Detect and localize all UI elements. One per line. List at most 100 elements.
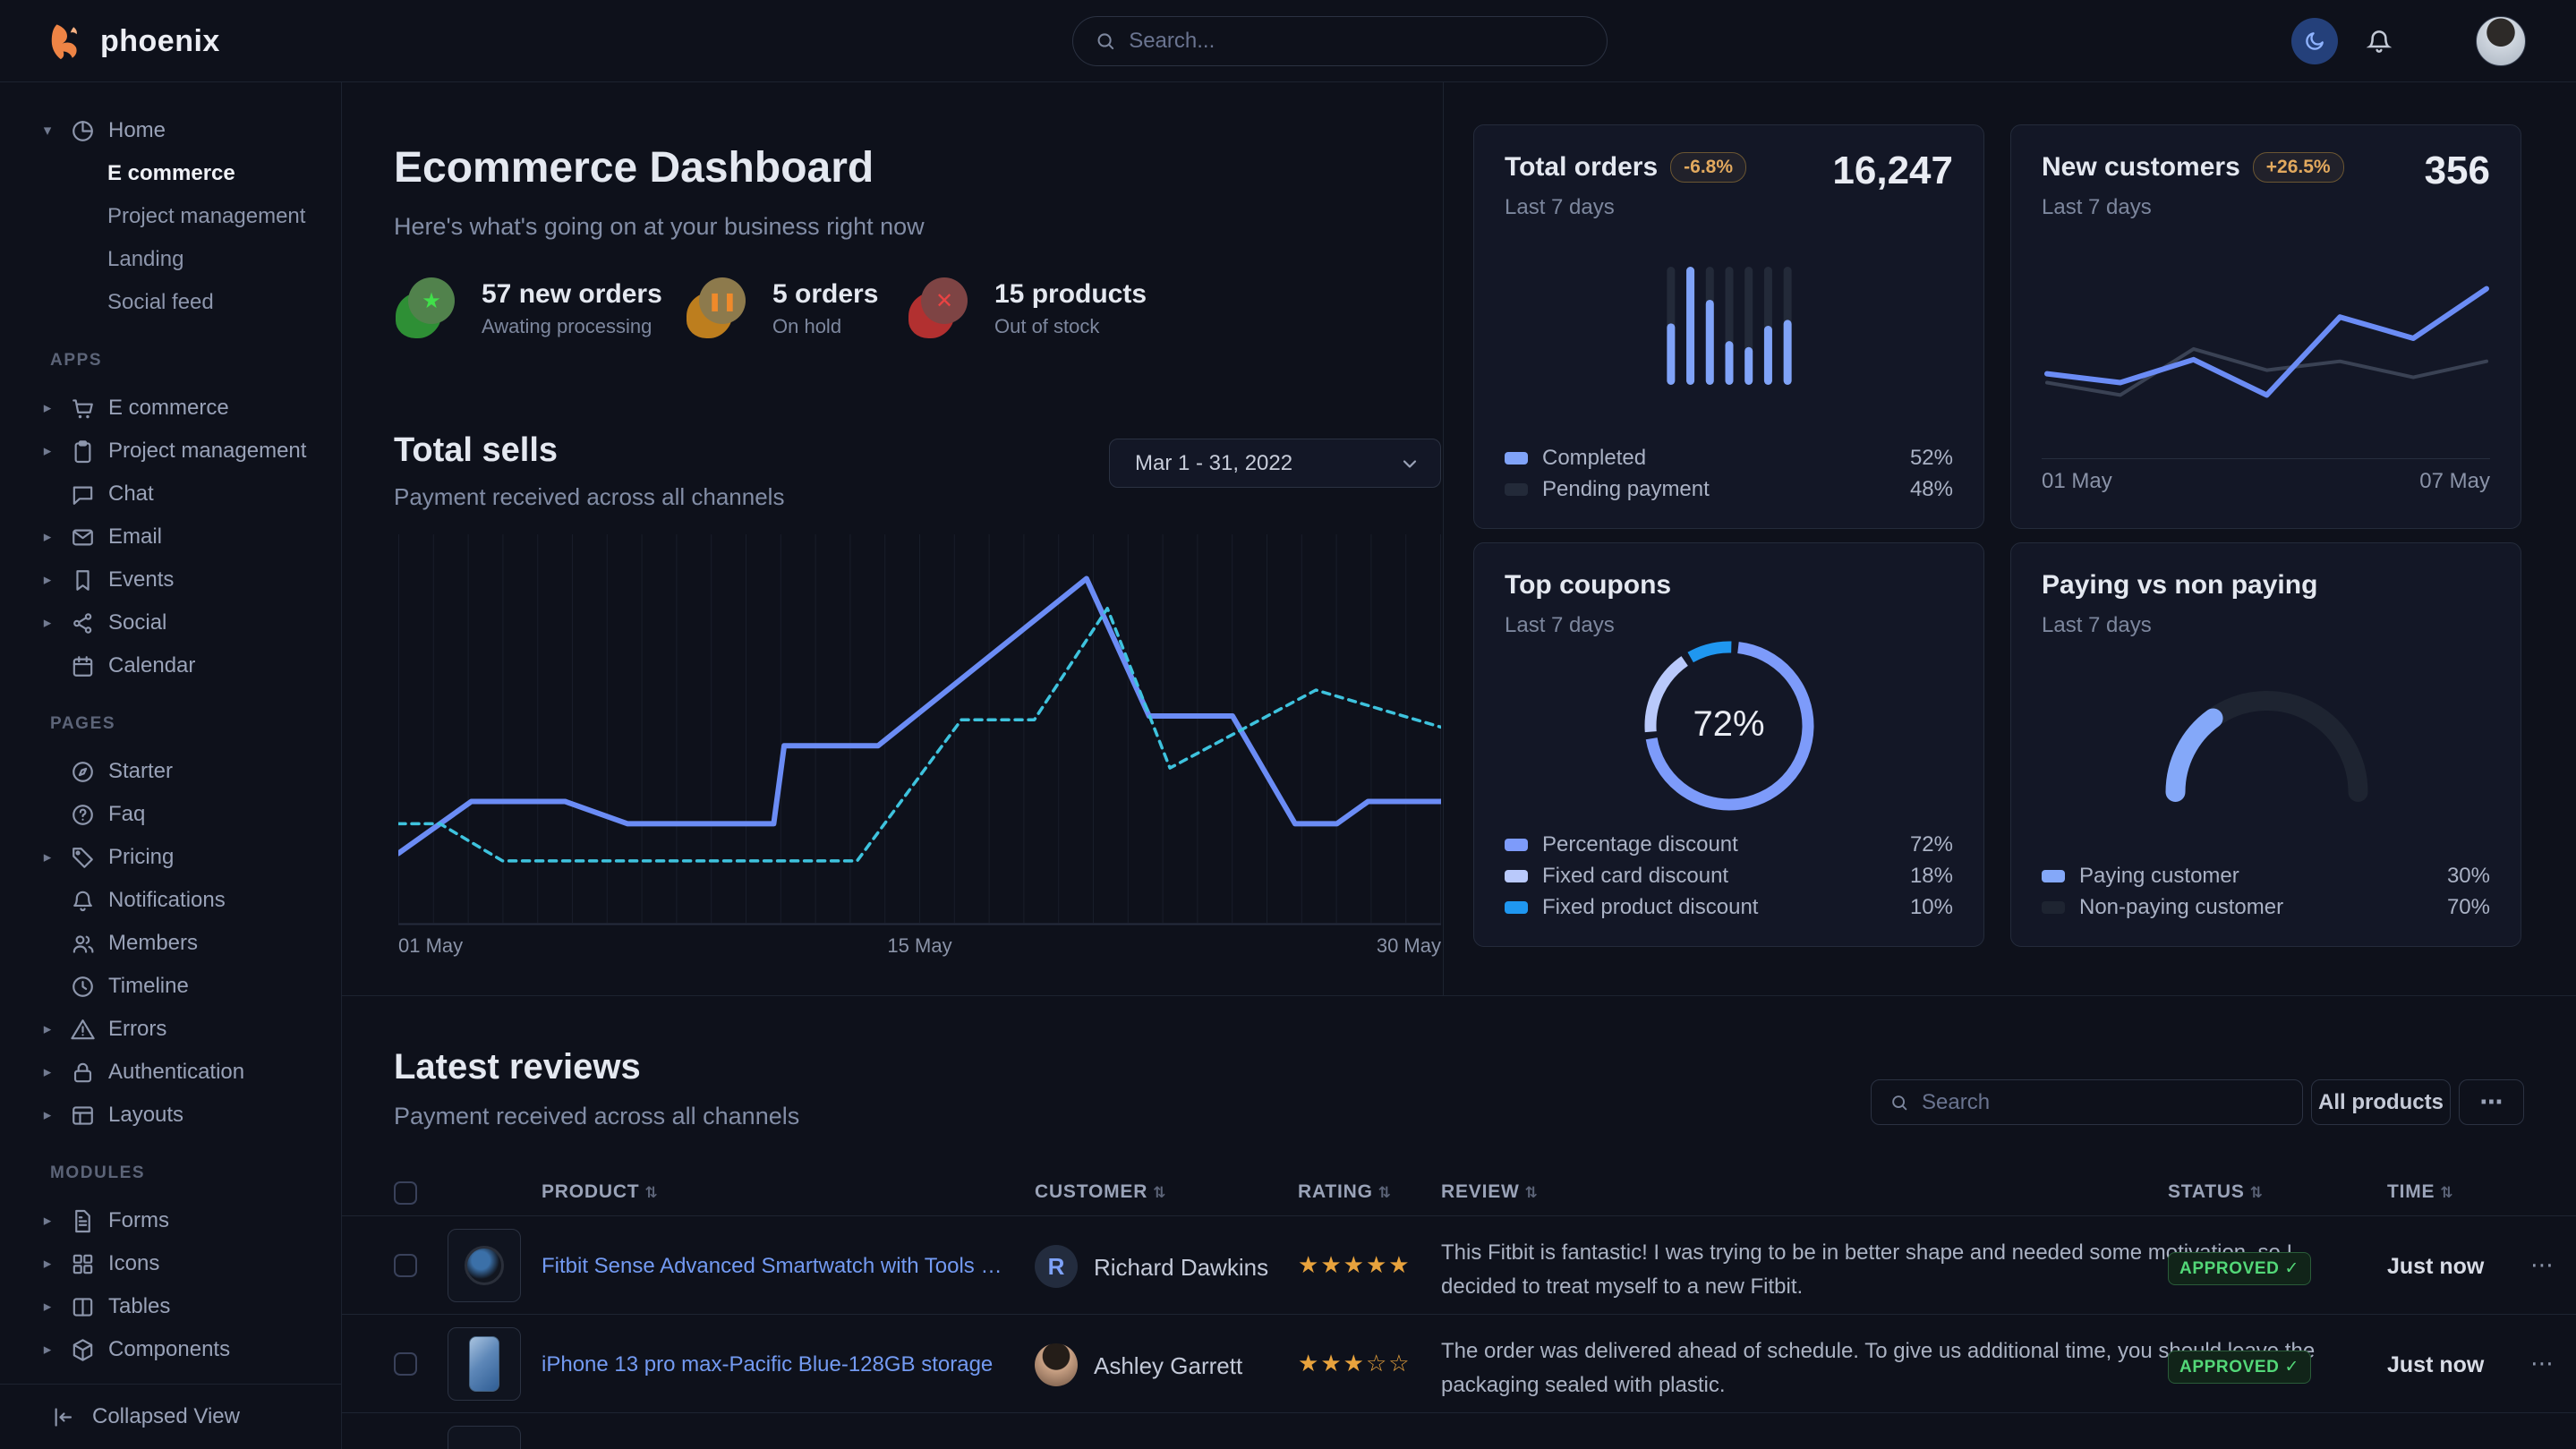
search-icon (1095, 30, 1116, 53)
nine-dots-grid-icon (2420, 27, 2449, 55)
x-tick: 07 May (2419, 469, 2490, 494)
smartwatch-image (465, 1246, 504, 1285)
total-sells-subtitle: Payment received across all channels (394, 483, 784, 511)
stat-new-orders: ★ 57 new orders Awating processing (399, 277, 662, 340)
sidebar-item-forms[interactable]: ▸ Forms (0, 1199, 341, 1242)
select-all-checkbox[interactable] (394, 1181, 417, 1205)
tag-icon (70, 845, 96, 871)
notifications-button[interactable] (2365, 27, 2393, 55)
sidebar-item-ecommerce-app[interactable]: ▸ E commerce (0, 387, 341, 430)
chevron-right-icon: ▸ (38, 1255, 57, 1273)
stat-sub: Out of stock (994, 315, 1147, 338)
sidebar-item-pricing[interactable]: ▸ Pricing (0, 836, 341, 879)
page-title: Ecommerce Dashboard (394, 143, 874, 192)
legend-value: 30% (2447, 864, 2490, 889)
row-actions-button[interactable]: ⋯ (2530, 1252, 2554, 1279)
stat-value: 5 orders (772, 279, 878, 310)
on-hold-icon: ❚❚ (690, 277, 753, 340)
sidebar-item-errors[interactable]: ▸ Errors (0, 1008, 341, 1051)
sidebar-item-home[interactable]: ▾ Home (0, 109, 341, 152)
sort-icon: ⇅ (644, 1184, 658, 1202)
theme-toggle-button[interactable] (2291, 18, 2338, 64)
sidebar-item-starter[interactable]: Starter (0, 750, 341, 793)
card-period: Last 7 days (2042, 613, 2152, 638)
collapse-sidebar-button[interactable]: Collapsed View (0, 1395, 341, 1438)
sidebar-item-social-feed[interactable]: Social feed (0, 281, 341, 324)
row-checkbox[interactable] (394, 1254, 417, 1277)
sidebar-item-components[interactable]: ▸ Components (0, 1328, 341, 1371)
sidebar-item-notifications[interactable]: Notifications (0, 879, 341, 922)
sort-icon: ⇅ (2440, 1184, 2453, 1202)
column-header-time[interactable]: TIME⇅ (2387, 1181, 2453, 1203)
customer-name: Ashley Garrett (1094, 1352, 1242, 1380)
grid-icon (70, 1251, 96, 1277)
donut-center-value: 72% (1643, 704, 1815, 745)
sidebar-item-label: Social feed (107, 290, 214, 315)
reviews-more-button[interactable]: ⋯ (2459, 1079, 2524, 1125)
customer-avatar: R (1035, 1245, 1078, 1288)
sidebar-item-label: Events (108, 567, 174, 592)
sidebar-item-email[interactable]: ▸ Email (0, 516, 341, 558)
row-checkbox[interactable] (394, 1352, 417, 1376)
brand-logo[interactable]: phoenix (47, 0, 220, 82)
sort-icon: ⇅ (2250, 1184, 2264, 1202)
header-actions (2291, 0, 2526, 82)
x-tick: 01 May (398, 934, 463, 958)
user-avatar[interactable] (2476, 16, 2526, 66)
sidebar-item-label: Home (108, 118, 166, 143)
sidebar-item-chat[interactable]: Chat (0, 473, 341, 516)
column-header-review[interactable]: REVIEW⇅ (1441, 1181, 1539, 1203)
sidebar-item-tables[interactable]: ▸ Tables (0, 1285, 341, 1328)
card-period: Last 7 days (1505, 613, 1615, 638)
column-header-customer[interactable]: CUSTOMER⇅ (1035, 1181, 1166, 1203)
sidebar-item-authentication[interactable]: ▸ Authentication (0, 1051, 341, 1094)
reviews-search[interactable] (1871, 1079, 2303, 1125)
product-link[interactable]: Fitbit Sense Advanced Smartwatch with To… (542, 1254, 1007, 1279)
product-link[interactable]: iPhone 13 pro max-Pacific Blue-128GB sto… (542, 1352, 1007, 1377)
sidebar-item-timeline[interactable]: Timeline (0, 965, 341, 1008)
column-header-product[interactable]: PRODUCT⇅ (542, 1181, 658, 1203)
sidebar-item-label: E commerce (107, 161, 235, 186)
clock-icon (70, 974, 96, 1000)
product-thumbnail[interactable] (448, 1327, 521, 1401)
review-table-row: Fitbit Sense Advanced Smartwatch with To… (342, 1215, 2576, 1314)
column-header-status[interactable]: STATUS⇅ (2168, 1181, 2264, 1203)
sidebar-item-label: Errors (108, 1017, 166, 1042)
all-products-button[interactable]: All products (2311, 1079, 2451, 1125)
sidebar-item-e-commerce-home[interactable]: E commerce (0, 152, 341, 195)
chat-bubble-icon (70, 482, 96, 507)
legend-row: Non-paying customer 70% (2042, 891, 2490, 923)
column-header-rating[interactable]: RATING⇅ (1298, 1181, 1392, 1203)
sidebar-item-faq[interactable]: Faq (0, 793, 341, 836)
apps-grid-button[interactable] (2420, 27, 2449, 55)
sidebar-item-project-management-home[interactable]: Project management (0, 195, 341, 238)
sidebar-item-layouts[interactable]: ▸ Layouts (0, 1094, 341, 1137)
sidebar-item-project-management-app[interactable]: ▸ Project management (0, 430, 341, 473)
sidebar-item-members[interactable]: Members (0, 922, 341, 965)
paying-vs-non-paying-card: Paying vs non paying Last 7 days Paying … (2010, 542, 2521, 947)
calendar-icon (70, 653, 96, 679)
x-tick: 30 May (1377, 934, 1441, 958)
legend-swatch (1505, 870, 1528, 882)
x-axis-line (2042, 458, 2490, 459)
sidebar-item-social[interactable]: ▸ Social (0, 601, 341, 644)
reviews-search-input[interactable] (1922, 1090, 2284, 1115)
pie-chart-icon (70, 118, 96, 144)
row-actions-button[interactable]: ⋯ (2530, 1351, 2554, 1377)
product-thumbnail[interactable] (448, 1426, 521, 1449)
date-range-select[interactable]: Mar 1 - 31, 2022 (1109, 439, 1441, 488)
sidebar-item-events[interactable]: ▸ Events (0, 558, 341, 601)
sidebar-item-landing[interactable]: Landing (0, 238, 341, 281)
new-customers-x-axis: 01 May 07 May (2042, 469, 2490, 494)
customer-avatar (1035, 1343, 1078, 1386)
sidebar-item-calendar[interactable]: Calendar (0, 644, 341, 687)
sidebar-item-icons[interactable]: ▸ Icons (0, 1242, 341, 1285)
product-thumbnail[interactable] (448, 1229, 521, 1302)
star-icon: ★ (1298, 1351, 1320, 1377)
out-of-stock-icon: ✕ (912, 277, 975, 340)
global-search-input[interactable] (1129, 29, 1585, 54)
sidebar-item-label: Members (108, 931, 198, 956)
legend-value: 10% (1910, 895, 1953, 920)
new-customers-line-chart (2042, 242, 2492, 435)
global-search[interactable] (1072, 16, 1608, 66)
